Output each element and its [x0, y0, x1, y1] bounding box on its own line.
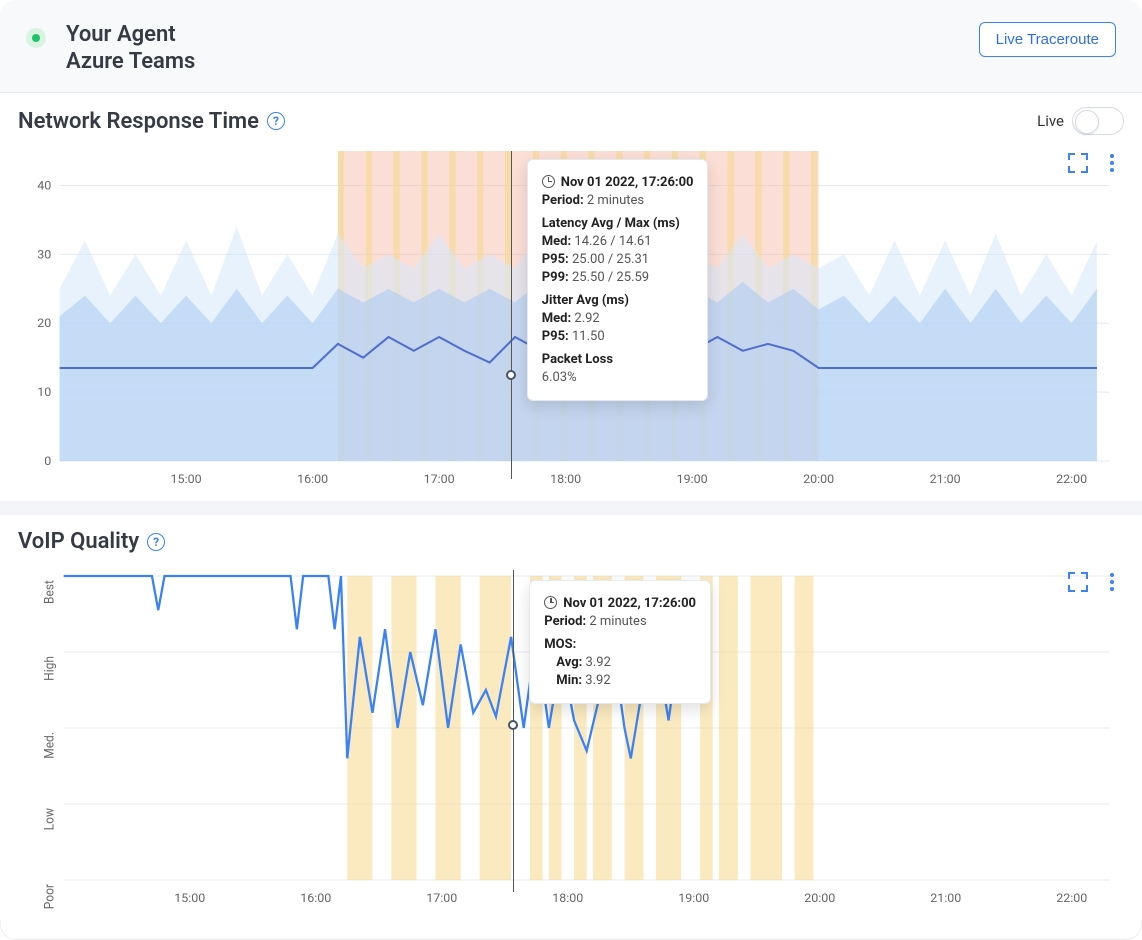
cursor-line [511, 151, 512, 479]
status-indicator-icon [26, 28, 46, 48]
svg-text:15:00: 15:00 [174, 891, 205, 905]
svg-text:18:00: 18:00 [552, 891, 583, 905]
nrt-tooltip: Nov 01 2022, 17:26:00 Period: 2 minutes … [527, 159, 709, 401]
page-header: Your Agent Azure Teams Live Traceroute [0, 0, 1142, 93]
svg-text:21:00: 21:00 [930, 472, 961, 486]
svg-text:22:00: 22:00 [1056, 891, 1087, 905]
svg-text:20: 20 [37, 316, 51, 330]
svg-text:10: 10 [37, 385, 51, 399]
nrt-title: Network Response Time [18, 109, 259, 134]
svg-text:22:00: 22:00 [1056, 472, 1087, 486]
voip-chart[interactable]: Poor Low Med. High Best 15:00 16:00 17:00 18:00 1… [0, 560, 1142, 920]
svg-text:0: 0 [44, 454, 51, 468]
svg-text:17:00: 17:00 [424, 472, 455, 486]
svg-text:Med.: Med. [42, 732, 56, 759]
svg-text:30: 30 [37, 248, 51, 262]
svg-text:40: 40 [37, 179, 51, 193]
expand-icon[interactable] [1066, 151, 1090, 175]
svg-text:Poor: Poor [42, 884, 56, 909]
agent-title: Your Agent [66, 22, 195, 47]
voip-quality-card: VoIP Quality ? Poor Low Med. High Best 15:00 1… [0, 501, 1142, 920]
svg-text:15:00: 15:00 [171, 472, 202, 486]
svg-text:Best: Best [42, 580, 56, 604]
chart-menu-icon[interactable] [1104, 570, 1120, 594]
svg-text:21:00: 21:00 [930, 891, 961, 905]
help-icon[interactable]: ? [147, 533, 165, 551]
help-icon[interactable]: ? [267, 112, 285, 130]
chart-menu-icon[interactable] [1104, 151, 1120, 175]
network-response-time-card: Network Response Time ? Live 0 10 20 30 40 15… [0, 93, 1142, 501]
svg-text:20:00: 20:00 [804, 891, 835, 905]
nrt-chart[interactable]: 0 10 20 30 40 15:00 16:00 17:00 18:00 19:00 20:00 2… [0, 141, 1142, 501]
svg-text:16:00: 16:00 [297, 472, 328, 486]
svg-text:20:00: 20:00 [803, 472, 834, 486]
svg-text:Low: Low [42, 808, 56, 830]
cursor-line [513, 570, 514, 892]
voip-tooltip: Nov 01 2022, 17:26:00 Period: 2 minutes … [529, 580, 711, 704]
voip-title: VoIP Quality [18, 529, 139, 554]
app-title: Azure Teams [66, 49, 195, 74]
clock-icon [542, 175, 555, 188]
expand-icon[interactable] [1066, 570, 1090, 594]
live-traceroute-button[interactable]: Live Traceroute [979, 22, 1116, 57]
svg-text:18:00: 18:00 [550, 472, 581, 486]
clock-icon [544, 596, 557, 609]
live-label: Live [1037, 112, 1064, 130]
cursor-dot [506, 370, 516, 380]
live-toggle[interactable] [1072, 107, 1124, 135]
svg-text:17:00: 17:00 [426, 891, 457, 905]
svg-text:16:00: 16:00 [300, 891, 331, 905]
svg-text:19:00: 19:00 [677, 472, 708, 486]
svg-text:High: High [42, 656, 56, 681]
svg-text:19:00: 19:00 [678, 891, 709, 905]
